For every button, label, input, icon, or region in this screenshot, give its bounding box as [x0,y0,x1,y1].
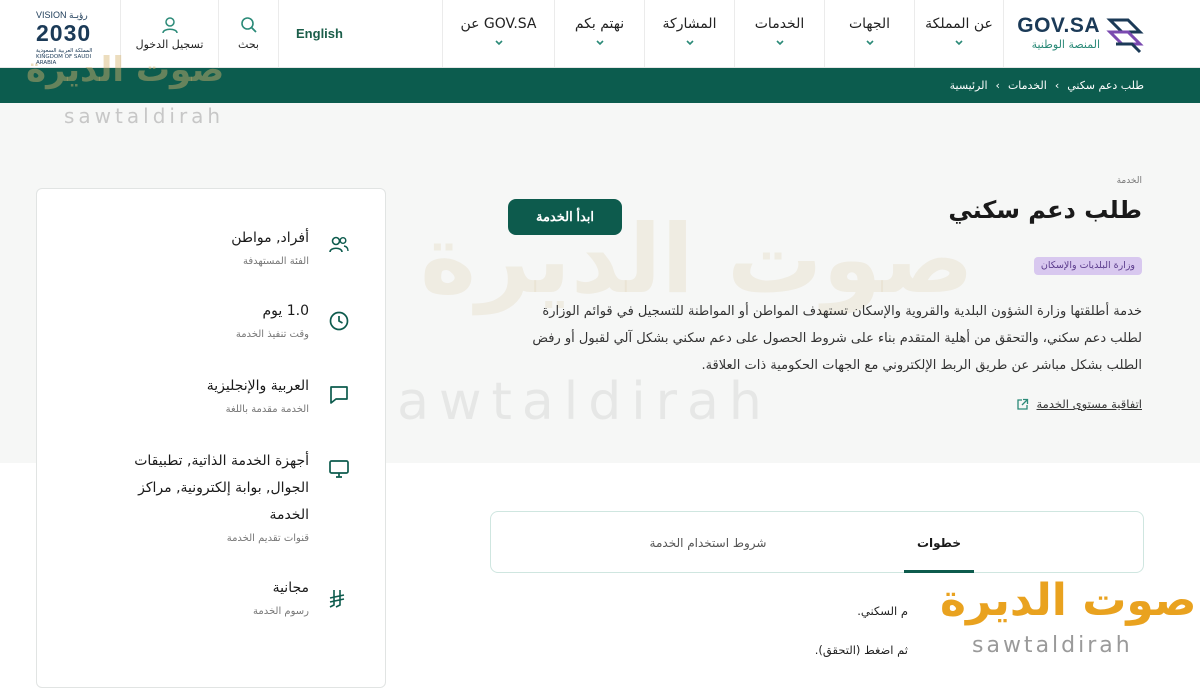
nav-label: عن المملكة [925,15,993,32]
chevron-down-icon [865,39,874,45]
info-channels: أجهزة الخدمة الذاتية, تطبيقات الجوال, بو… [129,448,309,544]
vision-year: 2030 [36,20,92,46]
info-label: قنوات تقديم الخدمة [226,533,309,544]
watermark-arabic: صوت الديرة [26,50,225,90]
clock-icon [329,311,349,331]
nav-participation[interactable]: المشاركة [644,0,734,67]
chevron-down-icon [494,39,503,45]
step-text: م السكني. [857,604,908,618]
info-label: الخدمة مقدمة باللغة [225,404,309,415]
info-value: مجانية [272,580,309,596]
service-info-card: أفراد, مواطن الفئة المستهدفة 1.0 يوم وقت… [36,188,386,688]
chevron-down-icon [685,39,694,45]
breadcrumb-current: طلب دعم سكني [1067,79,1144,92]
watermark-logo: صوت الديرة [940,575,1197,626]
monitor-icon [329,460,349,478]
breadcrumb-separator-icon: › [995,79,1000,92]
service-description: خدمة أطلقتها وزارة الشؤون البلدية والقرو… [532,304,1142,373]
info-value: 1.0 يوم [262,303,309,319]
breadcrumb-separator-icon: › [1054,79,1060,92]
chat-icon [330,386,348,404]
sla-link[interactable]: اتفاقية مستوى الخدمة [1016,397,1142,411]
nav-label: المشاركة [662,15,717,32]
watermark-latin: sawtaldirah [972,633,1133,658]
page-title: طلب دعم سكني [948,196,1142,224]
info-target-audience: أفراد, مواطن الفئة المستهدفة [231,225,309,267]
info-label: رسوم الخدمة [253,606,309,617]
breadcrumb-services[interactable]: الخدمات [1008,79,1047,92]
nav-about-govsa[interactable]: عن GOV.SA [442,0,554,67]
nav-label: عن GOV.SA [460,15,537,32]
info-execution-time: 1.0 يوم وقت تنفيذ الخدمة [236,298,309,340]
info-language: العربية والإنجليزية الخدمة مقدمة باللغة [207,373,309,415]
nav-we-care[interactable]: نهتم بكم [554,0,644,67]
watermark-latin: sawtaldirah [360,372,772,432]
chevron-down-icon [955,39,963,45]
search-icon [240,17,257,33]
users-icon [329,236,349,253]
ministry-badge[interactable]: وزارة البلديات والإسكان [1033,257,1142,275]
info-value: العربية والإنجليزية [206,378,309,394]
service-tabs: خطوات شروط استخدام الخدمة [490,511,1144,573]
info-label: وقت تنفيذ الخدمة [235,329,309,340]
riyal-icon [329,590,345,608]
info-fees: مجانية رسوم الخدمة [253,575,309,617]
external-link-icon [1016,398,1028,410]
sla-link-label: اتفاقية مستوى الخدمة [1036,397,1142,411]
info-value: أجهزة الخدمة الذاتية, تطبيقات الجوال, بو… [134,453,309,523]
tab-steps[interactable]: خطوات [901,512,977,573]
info-value: أفراد, مواطن [231,230,309,246]
govsa-logo[interactable]: GOV.SA المنصة الوطنية [1014,12,1144,56]
nav-entities[interactable]: الجهات [824,0,914,67]
service-kicker: الخدمة [1116,176,1142,186]
nav-about-kingdom[interactable]: عن المملكة [914,0,1004,67]
chevron-down-icon [595,39,604,45]
watermark-latin: sawtaldirah [64,104,225,128]
nav-services[interactable]: الخدمات [734,0,824,67]
nav-label: الجهات [848,15,891,32]
breadcrumb-home[interactable]: الرئيسية [950,79,988,92]
main-nav: عن المملكة الجهات الخدمات المشاركة نهتم … [442,0,1004,67]
user-icon [161,17,178,34]
info-label: الفئة المستهدفة [243,256,309,267]
search-label: بحث [238,38,259,51]
step-text: ثم اضغط (التحقق). [814,643,908,657]
watermark-arabic: صوت الديرة [940,575,1197,626]
chevron-down-icon [775,39,784,45]
nav-label: الخدمات [754,15,805,32]
start-service-button[interactable]: ابدأ الخدمة [508,199,622,235]
tab-terms[interactable]: شروط استخدام الخدمة [643,512,773,573]
language-switch[interactable]: English [278,0,360,67]
logo-subtitle: المنصة الوطنية [1031,38,1100,51]
nav-label: نهتم بكم [574,15,625,32]
breadcrumb: الرئيسية › الخدمات › طلب دعم سكني [950,68,1144,103]
logo-title: GOV.SA [1017,14,1100,37]
govsa-logo-icon [1106,18,1144,54]
search-button[interactable]: بحث [218,0,278,67]
